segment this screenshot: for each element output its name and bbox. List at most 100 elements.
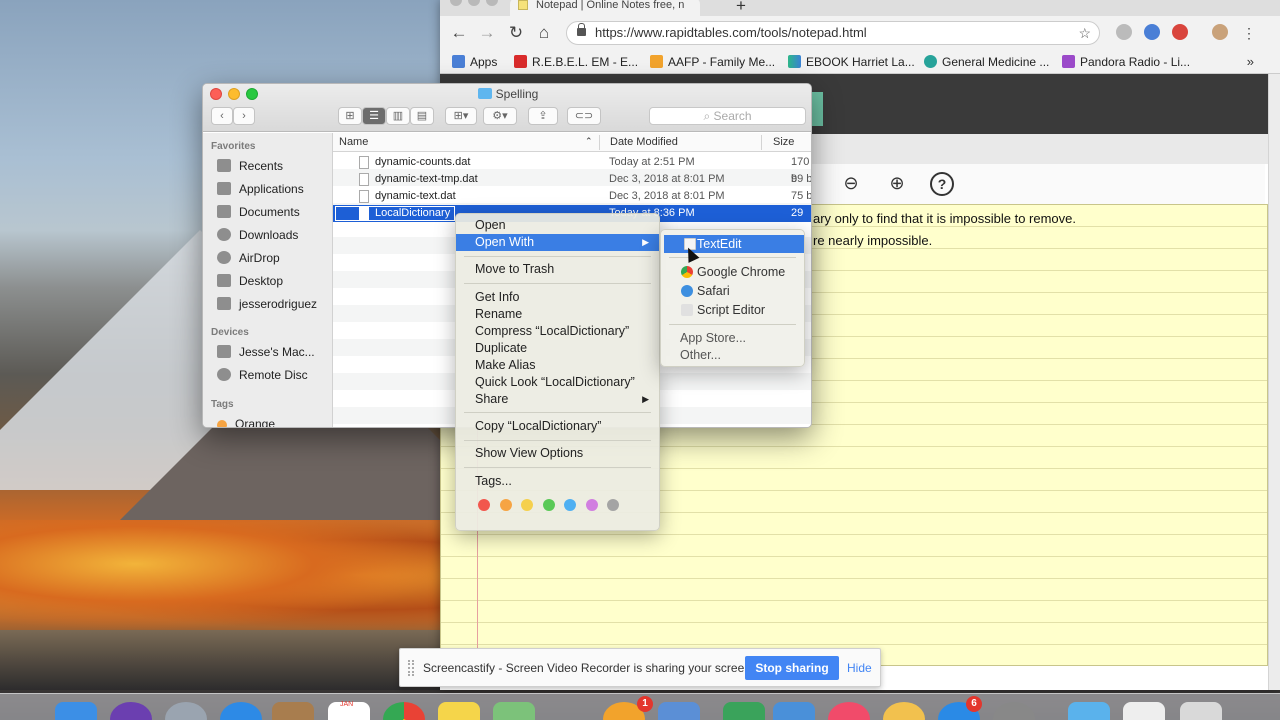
sidebar-item-downloads[interactable]: Downloads xyxy=(217,226,298,244)
column-view-icon[interactable]: ▥ xyxy=(386,107,410,125)
address-bar[interactable]: https://www.rapidtables.com/tools/notepa… xyxy=(566,21,1100,45)
gallery-view-icon[interactable]: ▤ xyxy=(410,107,434,125)
contacts-dock-icon[interactable] xyxy=(272,702,314,720)
bookmark-general-medicine[interactable]: General Medicine ... xyxy=(924,54,1049,70)
system-preferences-dock-icon[interactable] xyxy=(993,702,1035,720)
numbers-dock-icon[interactable] xyxy=(723,702,765,720)
stop-sharing-button[interactable]: Stop sharing xyxy=(745,656,839,680)
sidebar-item-remote-disc[interactable]: Remote Disc xyxy=(217,366,308,384)
menu-item-compress[interactable]: Compress “LocalDictionary” xyxy=(456,323,659,340)
trash-dock-icon[interactable] xyxy=(1180,702,1222,720)
extension-blue-icon[interactable] xyxy=(1144,24,1160,40)
sidebar-item-recents[interactable]: Recents xyxy=(217,157,283,175)
sidebar-item-desktop[interactable]: Desktop xyxy=(217,272,283,290)
forward-arrow-icon[interactable]: → xyxy=(476,22,498,44)
drag-handle-icon[interactable] xyxy=(408,660,414,676)
tag-color-dot[interactable] xyxy=(607,499,619,511)
menu-item-make-alias[interactable]: Make Alias xyxy=(456,357,659,374)
column-date[interactable]: Date Modified xyxy=(610,136,678,148)
sidebar-item-applications[interactable]: Applications xyxy=(217,180,304,198)
bookmark-star-icon[interactable]: ☆ xyxy=(1078,22,1091,44)
menu-item-copy[interactable]: Copy “LocalDictionary” xyxy=(456,418,659,435)
menu-item-open[interactable]: Open xyxy=(456,217,659,234)
search-input[interactable]: ⌕ Search xyxy=(649,107,806,125)
file-row[interactable]: dynamic-counts.dat Today at 2:51 PM 170 b xyxy=(333,154,811,185)
tag-color-dot[interactable] xyxy=(542,499,555,511)
gear-icon[interactable]: ⚙▾ xyxy=(483,107,517,125)
safari-dock-icon[interactable] xyxy=(220,702,262,720)
zoom-icon[interactable] xyxy=(486,0,498,6)
submenu-item-script-editor[interactable]: Script Editor xyxy=(661,301,804,319)
menu-item-open-with[interactable]: Open With ▶ xyxy=(456,234,659,251)
tag-color-dot[interactable] xyxy=(564,499,576,511)
sidebar-item-airdrop[interactable]: AirDrop xyxy=(217,249,280,267)
new-tab-icon[interactable]: + xyxy=(736,0,746,16)
page-scrollbar[interactable] xyxy=(1268,74,1280,690)
menu-item-rename[interactable]: Rename xyxy=(456,306,659,323)
downloads-folder-dock-icon[interactable] xyxy=(1068,702,1110,720)
menu-item-duplicate[interactable]: Duplicate xyxy=(456,340,659,357)
reload-icon[interactable]: ↻ xyxy=(505,22,527,44)
sidebar-item-documents[interactable]: Documents xyxy=(217,203,300,221)
share-icon[interactable]: ⇪ xyxy=(528,107,558,125)
bookmark-rebel-em[interactable]: R.E.B.E.L. EM - E... xyxy=(514,54,638,70)
icon-view-icon[interactable]: ⊞ xyxy=(338,107,362,125)
hide-button[interactable]: Hide xyxy=(847,661,872,675)
bookmark-ebook[interactable]: EBOOK Harriet La... xyxy=(788,54,915,70)
zoom-out-icon[interactable]: ⊖ xyxy=(839,172,863,196)
back-arrow-icon[interactable]: ← xyxy=(448,22,470,44)
submenu-item-chrome[interactable]: Google Chrome xyxy=(661,263,804,281)
tag-color-dot[interactable] xyxy=(585,499,598,511)
menu-item-move-to-trash[interactable]: Move to Trash xyxy=(456,261,659,278)
bookmark-pandora[interactable]: Pandora Radio - Li... xyxy=(1062,54,1190,70)
keynote-dock-icon[interactable] xyxy=(773,702,815,720)
home-icon[interactable]: ⌂ xyxy=(533,22,555,44)
itunes-dock-icon[interactable] xyxy=(828,702,870,720)
forward-button[interactable]: › xyxy=(233,107,255,125)
group-icon[interactable]: ⊞▾ xyxy=(445,107,477,125)
close-icon[interactable] xyxy=(450,0,462,6)
column-name[interactable]: Name xyxy=(339,136,368,148)
menu-item-share[interactable]: Share ▶ xyxy=(456,391,659,408)
chrome-dock-icon[interactable] xyxy=(383,702,425,720)
file-row[interactable]: dynamic-text-tmp.dat Dec 3, 2018 at 8:01 … xyxy=(333,171,811,188)
submenu-item-other[interactable]: Other... xyxy=(661,346,804,364)
maps-dock-icon[interactable] xyxy=(493,702,535,720)
menu-kebab-icon[interactable]: ⋮ xyxy=(1238,22,1260,44)
submenu-item-safari[interactable]: Safari xyxy=(661,282,804,300)
bookmarks-overflow-icon[interactable]: » xyxy=(1247,54,1254,69)
menu-item-tags[interactable]: Tags... xyxy=(456,473,659,490)
sidebar-item-tag-orange[interactable]: Orange xyxy=(217,415,275,427)
help-icon[interactable]: ? xyxy=(930,172,954,196)
tag-icon[interactable]: ⊂⊃ xyxy=(567,107,601,125)
browser-tab[interactable]: Notepad | Online Notes free, n xyxy=(510,0,700,16)
calendar-dock-icon[interactable]: JAN xyxy=(328,701,370,720)
sidebar-item-mac[interactable]: Jesse's Mac... xyxy=(217,343,315,361)
finder-dock-icon[interactable] xyxy=(55,702,97,720)
ibooks-dock-icon[interactable] xyxy=(883,702,925,720)
column-size[interactable]: Size xyxy=(773,136,794,148)
profile-avatar[interactable] xyxy=(1212,24,1228,40)
tag-color-dot[interactable] xyxy=(499,499,512,511)
menu-item-quick-look[interactable]: Quick Look “LocalDictionary” xyxy=(456,374,659,391)
preview-dock-icon[interactable] xyxy=(658,702,700,720)
sidebar-item-home[interactable]: jesserodriguez xyxy=(217,295,317,313)
minimize-icon[interactable] xyxy=(468,0,480,6)
menu-item-get-info[interactable]: Get Info xyxy=(456,289,659,306)
menu-item-show-view-options[interactable]: Show View Options xyxy=(456,445,659,462)
bookmark-aafp[interactable]: AAFP - Family Me... xyxy=(650,54,775,70)
documents-stack-dock-icon[interactable] xyxy=(1123,702,1165,720)
screencastify-extension-icon[interactable] xyxy=(1172,24,1188,40)
list-view-icon[interactable]: ☰ xyxy=(362,107,386,125)
notes-dock-icon[interactable] xyxy=(438,702,480,720)
extension-pin-icon[interactable] xyxy=(1116,24,1132,40)
tag-color-dot[interactable] xyxy=(478,499,490,511)
file-row[interactable]: dynamic-text.dat Dec 3, 2018 at 8:01 PM 75… xyxy=(333,188,811,205)
submenu-item-app-store[interactable]: App Store... xyxy=(661,329,804,347)
launchpad-dock-icon[interactable] xyxy=(165,702,207,720)
back-button[interactable]: ‹ xyxy=(211,107,233,125)
zoom-in-icon[interactable]: ⊕ xyxy=(885,172,909,196)
bookmark-apps[interactable]: Apps xyxy=(452,54,497,70)
siri-dock-icon[interactable] xyxy=(110,702,152,720)
tag-color-dot[interactable] xyxy=(521,499,533,511)
